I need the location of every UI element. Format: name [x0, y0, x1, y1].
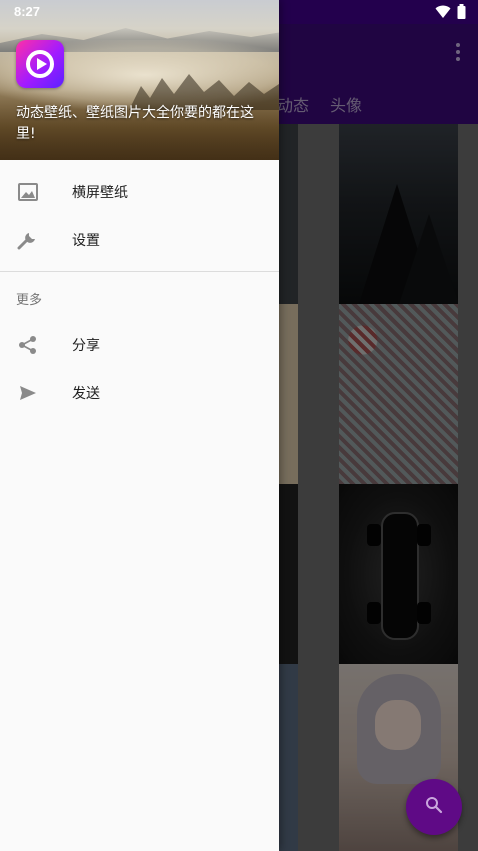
- search-icon: [425, 796, 443, 818]
- drawer-item-label: 横屏壁纸: [72, 185, 128, 201]
- drawer-divider: [0, 271, 279, 272]
- drawer-header: 动态壁纸、壁纸图片大全你要的都在这里!: [0, 0, 279, 160]
- image-icon: [16, 180, 40, 204]
- drawer-menu-main: 横屏壁纸 设置: [0, 168, 279, 264]
- drawer-item-landscape-wallpaper[interactable]: 横屏壁纸: [0, 168, 279, 216]
- screen: 8:27 动态 头像 动态壁纸、壁纸图片大全你要的都在这里! 横屏壁纸 设置 更…: [0, 0, 478, 851]
- drawer-item-send[interactable]: 发送: [0, 369, 279, 417]
- share-icon: [16, 333, 40, 357]
- wrench-icon: [16, 228, 40, 252]
- drawer-item-label: 分享: [72, 338, 100, 354]
- battery-icon: [457, 4, 466, 23]
- send-icon: [16, 381, 40, 405]
- play-logo-icon: [16, 40, 64, 88]
- status-time: 8:27: [14, 4, 41, 19]
- drawer-menu-more: 分享 发送: [0, 321, 279, 417]
- navigation-drawer: 动态壁纸、壁纸图片大全你要的都在这里! 横屏壁纸 设置 更多 分享 发送: [0, 0, 279, 851]
- drawer-item-share[interactable]: 分享: [0, 321, 279, 369]
- drawer-item-label: 发送: [72, 386, 100, 402]
- drawer-item-settings[interactable]: 设置: [0, 216, 279, 264]
- wifi-icon: [435, 4, 451, 23]
- drawer-section-title: 更多: [16, 293, 43, 308]
- search-fab[interactable]: [406, 779, 462, 835]
- status-icons: [435, 4, 466, 23]
- drawer-header-text: 动态壁纸、壁纸图片大全你要的都在这里!: [16, 105, 254, 142]
- drawer-item-label: 设置: [72, 233, 100, 249]
